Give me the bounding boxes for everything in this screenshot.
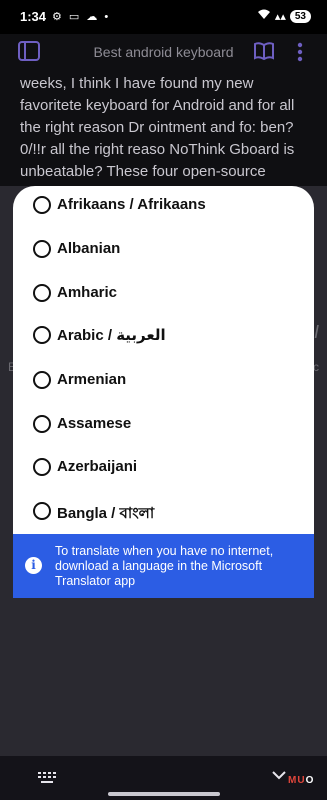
language-option-azerbaijani[interactable]: Azerbaijani (13, 452, 314, 496)
status-right: ▴▴ 53 (257, 9, 311, 23)
language-label: Bangla / বাংলা (57, 505, 155, 522)
radio-button[interactable] (33, 502, 51, 520)
book-icon[interactable] (253, 40, 275, 62)
language-label: Assamese (57, 415, 132, 432)
language-option-bangla[interactable]: Bangla / বাংলা (13, 496, 314, 534)
radio-button[interactable] (33, 458, 51, 476)
navigation-bar: MUO (0, 756, 327, 800)
keyboard-icon[interactable] (38, 771, 56, 783)
language-option-armenian[interactable]: Armenian (13, 365, 314, 409)
language-label: Azerbaijani (57, 458, 138, 475)
status-time: 1:34 (20, 9, 47, 24)
wifi-icon (257, 9, 271, 23)
radio-button[interactable] (33, 284, 51, 302)
more-icon[interactable] (297, 42, 303, 62)
radio-button[interactable] (33, 415, 51, 433)
italic-format-icon: I (313, 322, 319, 342)
language-label: Albanian (57, 240, 121, 257)
language-label: Armenian (57, 371, 127, 388)
document-title: Best android keyboard (93, 44, 234, 60)
signal-icon: ▴▴ (274, 10, 286, 23)
info-icon: i (25, 557, 42, 574)
battery-badge: 53 (289, 9, 311, 23)
watermark-logo: MUO (288, 775, 315, 786)
language-option-afrikaans[interactable]: Afrikaans / Afrikaans (13, 190, 314, 234)
gesture-handle[interactable] (108, 792, 220, 796)
banner-text: To translate when you have no internet, … (55, 544, 274, 588)
language-option-arabic[interactable]: Arabic / العربية (13, 320, 314, 364)
language-picker-sheet: Afrikaans / Afrikaans Albanian Amharic A… (13, 186, 314, 534)
app-bar: Best android keyboard (0, 34, 327, 70)
chevron-down-icon[interactable] (272, 768, 286, 782)
language-option-amharic[interactable]: Amharic (13, 278, 314, 322)
radio-button[interactable] (33, 371, 51, 389)
notification-icons: ⚙ ▭ ☁ • (52, 11, 111, 23)
radio-button[interactable] (33, 196, 51, 214)
language-label: Arabic / العربية (57, 327, 166, 344)
document-body[interactable]: weeks, I think I have found my new favor… (0, 70, 327, 200)
language-option-albanian[interactable]: Albanian (13, 234, 314, 278)
language-label: Afrikaans / Afrikaans (57, 196, 206, 213)
offline-info-banner[interactable]: i To translate when you have no internet… (13, 534, 314, 598)
status-bar: 1:34 ⚙ ▭ ☁ • ▴▴ 53 (0, 0, 327, 34)
radio-button[interactable] (33, 240, 51, 258)
language-label: Amharic (57, 284, 118, 301)
language-option-assamese[interactable]: Assamese (13, 409, 314, 453)
radio-button[interactable] (33, 326, 51, 344)
